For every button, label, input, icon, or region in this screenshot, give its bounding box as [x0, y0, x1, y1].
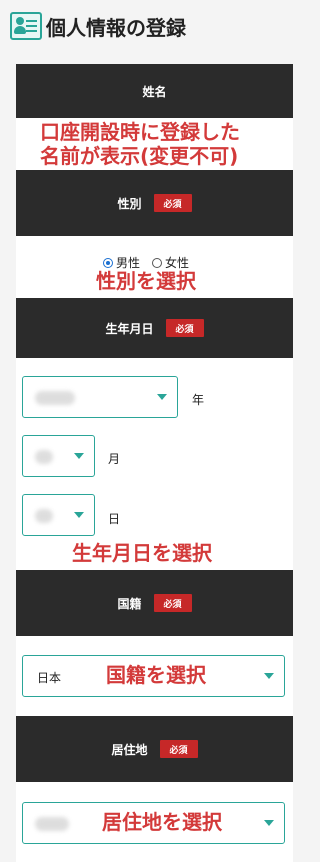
blurred-value [35, 391, 75, 405]
blurred-value [35, 817, 69, 831]
year-unit: 年 [192, 393, 205, 407]
residence-label: 居住地 [111, 742, 148, 757]
birth-year-select[interactable] [22, 376, 178, 418]
birthdate-section-header: 生年月日 必須 [16, 298, 293, 358]
name-note-line2: 名前が表示(変更不可) [40, 144, 239, 168]
name-label: 姓名 [142, 84, 167, 99]
radio-female[interactable] [152, 257, 163, 268]
day-unit: 日 [108, 512, 121, 526]
name-section-header: 姓名 [16, 64, 293, 118]
gender-label: 性別 [117, 196, 142, 211]
required-badge: 必須 [159, 740, 198, 758]
blurred-value [35, 450, 53, 464]
blurred-value [35, 509, 53, 523]
birthdate-note: 生年月日を選択 [72, 541, 212, 565]
chevron-down-icon [157, 394, 167, 400]
nationality-note: 国籍を選択 [106, 663, 206, 687]
name-note-line1: 口座開設時に登録した [40, 120, 240, 144]
month-unit: 月 [108, 452, 121, 466]
residence-note: 居住地を選択 [102, 810, 222, 834]
nationality-value: 日本 [37, 671, 62, 685]
gender-note: 性別を選択 [96, 269, 196, 293]
gender-section-header: 性別 必須 [16, 170, 293, 236]
chevron-down-icon [264, 820, 274, 826]
nationality-label: 国籍 [117, 596, 142, 611]
required-badge: 必須 [153, 194, 192, 212]
chevron-down-icon [74, 453, 84, 459]
birthdate-label: 生年月日 [105, 321, 154, 336]
chevron-down-icon [74, 512, 84, 518]
birth-day-select[interactable] [22, 494, 95, 536]
required-badge: 必須 [165, 319, 204, 337]
required-badge: 必須 [153, 594, 192, 612]
chevron-down-icon [264, 673, 274, 679]
birth-month-select[interactable] [22, 435, 95, 477]
residence-section-header: 居住地 必須 [16, 716, 293, 782]
nationality-section-header: 国籍 必須 [16, 570, 293, 636]
radio-male[interactable] [103, 257, 113, 268]
user-card-icon [10, 12, 42, 40]
page-title: 個人情報の登録 [46, 15, 186, 40]
page-header: 個人情報の登録 [10, 8, 186, 44]
